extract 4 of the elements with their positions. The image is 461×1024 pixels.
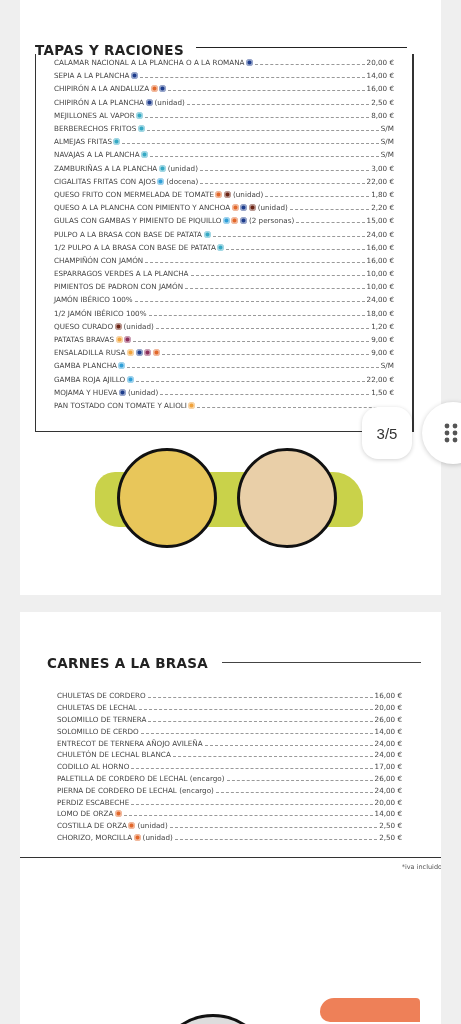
page-counter: 3/5 bbox=[362, 407, 412, 459]
section-title: TAPAS Y RACIONES bbox=[35, 42, 184, 58]
grid-icon bbox=[444, 423, 458, 443]
section-title: CARNES A LA BRASA bbox=[47, 655, 208, 671]
